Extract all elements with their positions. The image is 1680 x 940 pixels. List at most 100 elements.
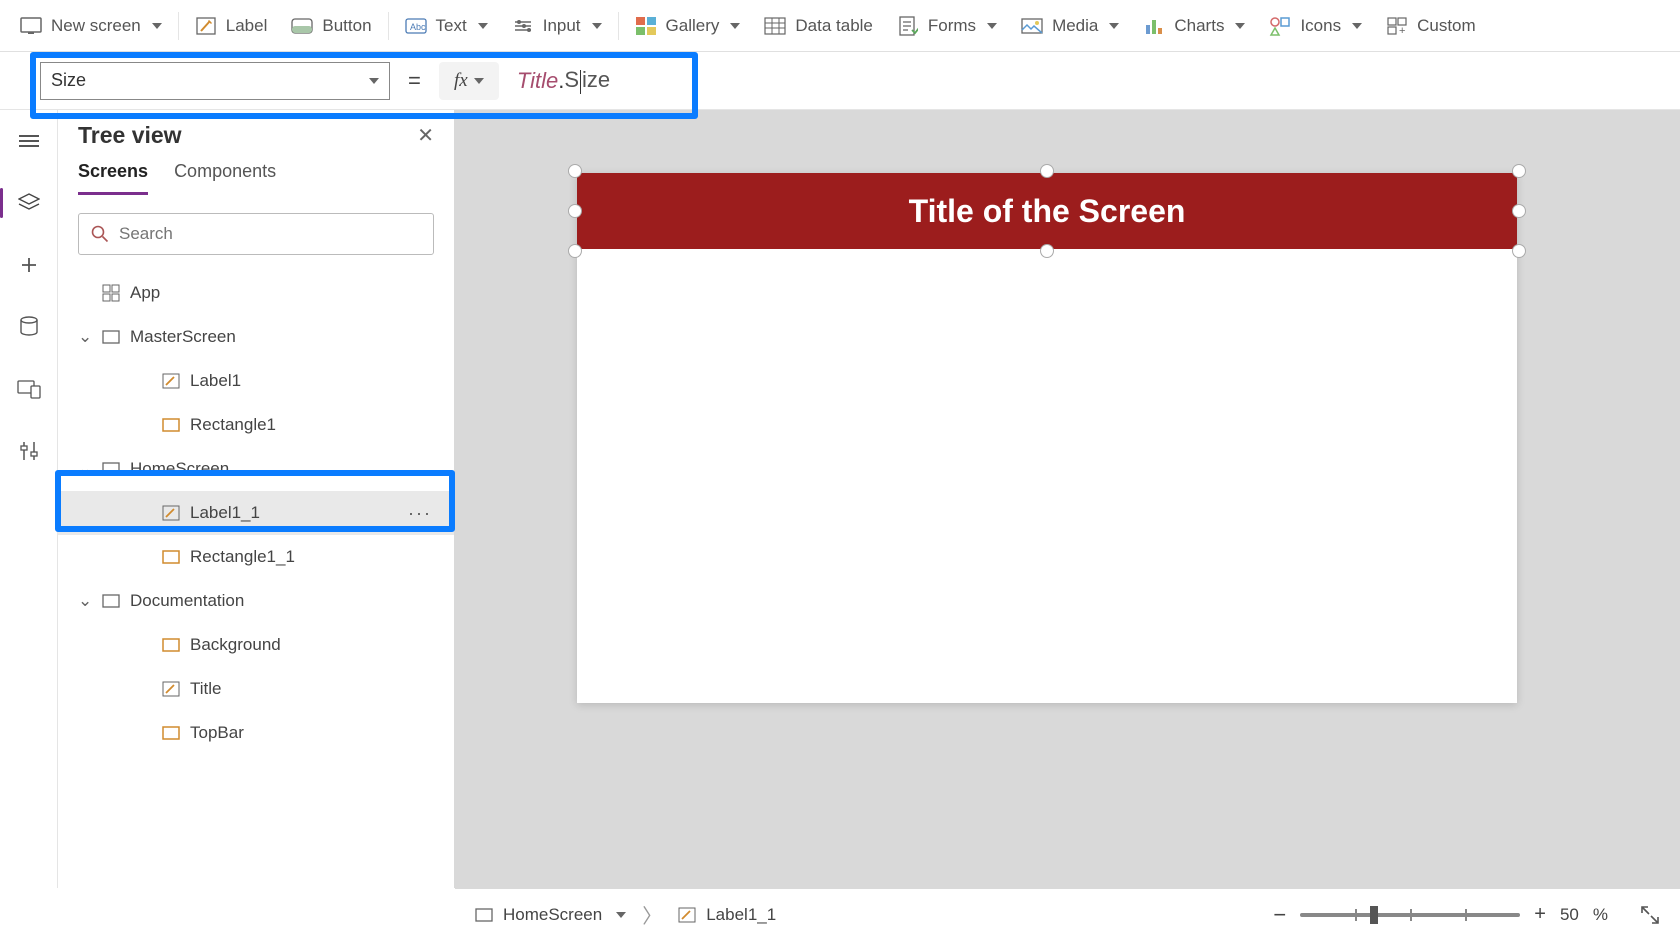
tree-view-rail-button[interactable] bbox=[12, 186, 46, 220]
chevron-down-icon: ⌄ bbox=[78, 327, 92, 347]
insert-charts-menu[interactable]: Charts bbox=[1143, 15, 1245, 37]
close-icon[interactable]: ✕ bbox=[417, 123, 434, 148]
hamburger-icon bbox=[19, 132, 39, 150]
formula-input[interactable]: Title.Size bbox=[511, 62, 1680, 100]
layers-icon bbox=[18, 193, 40, 213]
tab-screens[interactable]: Screens bbox=[78, 161, 148, 195]
chevron-down-icon bbox=[474, 78, 484, 84]
canvas-area[interactable]: Title of the Screen bbox=[455, 110, 1680, 888]
zoom-in-button[interactable]: + bbox=[1534, 903, 1546, 926]
screen-icon bbox=[102, 330, 120, 344]
insert-rail-button[interactable] bbox=[12, 248, 46, 282]
node-label: Rectangle1 bbox=[190, 415, 276, 435]
new-screen-menu[interactable]: New screen bbox=[20, 15, 162, 37]
tree-node-rectangle1-1[interactable]: Rectangle1_1 bbox=[58, 535, 454, 579]
chevron-down-icon bbox=[1109, 23, 1119, 29]
insert-custom-menu[interactable]: + Custom bbox=[1386, 15, 1476, 37]
tree-node-documentation[interactable]: ⌄ Documentation bbox=[58, 579, 454, 623]
tree-node-app[interactable]: App bbox=[58, 271, 454, 315]
hamburger-button[interactable] bbox=[12, 124, 46, 158]
insert-text-label: Text bbox=[436, 16, 467, 36]
insert-ribbon: New screen Label Button Abc Text Input bbox=[0, 0, 1680, 52]
insert-icons-menu[interactable]: Icons bbox=[1269, 15, 1362, 37]
insert-datatable-button[interactable]: Data table bbox=[764, 15, 873, 37]
ribbon-divider bbox=[178, 12, 179, 40]
formula-member: Size bbox=[564, 67, 610, 93]
insert-input-label: Input bbox=[543, 16, 581, 36]
chevron-down-icon bbox=[369, 78, 379, 84]
screen-icon bbox=[20, 15, 42, 37]
tree-node-title[interactable]: Title bbox=[58, 667, 454, 711]
search-box[interactable] bbox=[78, 213, 434, 255]
tree: App ⌄ MasterScreen Label1 Rectangle1 ⌄ H… bbox=[58, 267, 454, 759]
search-input[interactable] bbox=[119, 224, 421, 244]
tree-node-label1[interactable]: Label1 bbox=[58, 359, 454, 403]
charts-icon bbox=[1143, 15, 1165, 37]
media-icon bbox=[1021, 15, 1043, 37]
insert-text-menu[interactable]: Abc Text bbox=[405, 15, 488, 37]
devices-icon bbox=[17, 379, 41, 399]
screen-icon bbox=[475, 908, 493, 922]
insert-button-text: Button bbox=[322, 16, 371, 36]
tree-node-homescreen[interactable]: ⌄ HomeScreen bbox=[58, 447, 454, 491]
breadcrumb-screen[interactable]: HomeScreen bbox=[503, 905, 602, 925]
node-label: Documentation bbox=[130, 591, 244, 611]
tree-node-masterscreen[interactable]: ⌄ MasterScreen bbox=[58, 315, 454, 359]
zoom-out-button[interactable]: − bbox=[1273, 902, 1286, 928]
zoom-controls: − + 50 % bbox=[1273, 902, 1660, 928]
insert-label-text: Label bbox=[226, 16, 268, 36]
chevron-down-icon bbox=[592, 23, 602, 29]
breadcrumb: HomeScreen 〉 Label1_1 bbox=[475, 900, 776, 929]
advanced-rail-button[interactable] bbox=[12, 434, 46, 468]
status-bar: HomeScreen 〉 Label1_1 − + 50 % bbox=[455, 888, 1680, 940]
label-icon bbox=[195, 15, 217, 37]
zoom-slider[interactable] bbox=[1300, 913, 1520, 917]
chevron-down-icon bbox=[987, 23, 997, 29]
insert-custom-label: Custom bbox=[1417, 16, 1476, 36]
property-selector[interactable]: Size bbox=[40, 62, 390, 100]
node-label: App bbox=[130, 283, 160, 303]
zoom-pct: % bbox=[1593, 905, 1608, 925]
tree-node-background[interactable]: Background bbox=[58, 623, 454, 667]
insert-media-menu[interactable]: Media bbox=[1021, 15, 1119, 37]
zoom-value: 50 bbox=[1560, 905, 1579, 925]
media-rail-button[interactable] bbox=[12, 372, 46, 406]
data-table-icon bbox=[764, 15, 786, 37]
forms-icon bbox=[897, 15, 919, 37]
zoom-thumb[interactable] bbox=[1370, 906, 1378, 924]
tree-node-rectangle1[interactable]: Rectangle1 bbox=[58, 403, 454, 447]
fit-to-window-icon[interactable] bbox=[1640, 905, 1660, 925]
label-icon bbox=[162, 373, 180, 389]
insert-forms-menu[interactable]: Forms bbox=[897, 15, 997, 37]
fx-button[interactable]: fx bbox=[439, 62, 499, 100]
icons-icon bbox=[1269, 15, 1291, 37]
label-icon bbox=[162, 505, 180, 521]
rectangle-icon bbox=[162, 418, 180, 432]
insert-button-button[interactable]: Button bbox=[291, 15, 371, 37]
breadcrumb-element[interactable]: Label1_1 bbox=[706, 905, 776, 925]
insert-label-button[interactable]: Label bbox=[195, 15, 268, 37]
label-icon bbox=[678, 907, 696, 923]
ribbon-divider bbox=[618, 12, 619, 40]
panel-title: Tree view bbox=[78, 122, 182, 149]
panel-tabs: Screens Components bbox=[58, 149, 454, 195]
screen-stage[interactable]: Title of the Screen bbox=[577, 173, 1517, 703]
tab-components[interactable]: Components bbox=[174, 161, 276, 195]
more-icon[interactable]: ··· bbox=[408, 503, 432, 524]
node-label: Background bbox=[190, 635, 281, 655]
insert-input-menu[interactable]: Input bbox=[512, 15, 602, 37]
node-label: Title bbox=[190, 679, 222, 699]
data-rail-button[interactable] bbox=[12, 310, 46, 344]
tree-node-label1-1[interactable]: Label1_1 ··· bbox=[58, 491, 454, 535]
node-label: HomeScreen bbox=[130, 459, 229, 479]
screen-icon bbox=[102, 462, 120, 476]
button-icon bbox=[291, 15, 313, 37]
tree-node-topbar[interactable]: TopBar bbox=[58, 711, 454, 755]
sliders-icon bbox=[19, 440, 39, 462]
chevron-down-icon: ⌄ bbox=[78, 591, 92, 611]
chevron-down-icon[interactable] bbox=[616, 912, 626, 918]
title-label-control[interactable]: Title of the Screen bbox=[577, 173, 1517, 249]
insert-charts-label: Charts bbox=[1174, 16, 1224, 36]
insert-gallery-menu[interactable]: Gallery bbox=[635, 15, 741, 37]
property-name: Size bbox=[51, 70, 86, 91]
